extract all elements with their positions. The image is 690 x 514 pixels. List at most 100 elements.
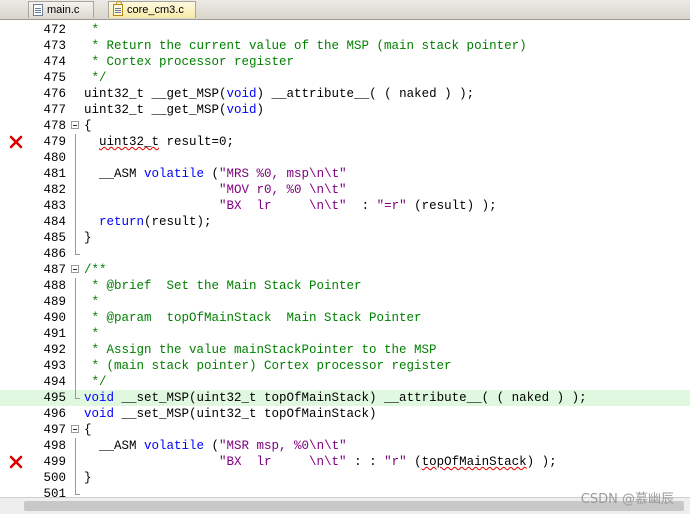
fold-guide — [75, 358, 76, 374]
line-number: 495 — [43, 391, 66, 405]
code-line[interactable]: 478 { — [0, 118, 690, 134]
code-text: "MOV r0, %0 \n\t" — [219, 183, 347, 197]
code-text: */ — [84, 375, 107, 389]
line-number: 486 — [43, 247, 66, 261]
watermark: CSDN @慕幽辰 — [580, 492, 674, 507]
error-icon[interactable] — [9, 455, 23, 469]
line-number: 488 — [43, 279, 66, 293]
line-number: 487 — [43, 263, 66, 277]
code-line[interactable]: 476 uint32_t __get_MSP(void) __attribute_… — [0, 86, 690, 102]
line-number: 497 — [43, 423, 66, 437]
code-line[interactable]: 494 */ — [0, 374, 690, 390]
code-text: * @param topOfMainStack Main Stack Point… — [84, 311, 422, 325]
line-number: 492 — [43, 343, 66, 357]
code-text: /** — [84, 263, 107, 277]
code-line[interactable]: 489 * — [0, 294, 690, 310]
fold-guide — [75, 390, 76, 398]
code-text: } — [84, 471, 92, 485]
fold-toggle-icon[interactable] — [71, 265, 79, 273]
fold-guide — [75, 470, 76, 486]
code-line[interactable]: 473 * Return the current value of the MS… — [0, 38, 690, 54]
code-text: * Return the current value of the MSP (m… — [84, 39, 527, 53]
tab-core-cm3-c[interactable]: core_cm3.c — [108, 1, 196, 18]
line-number: 472 — [43, 23, 66, 37]
line-number: 483 — [43, 199, 66, 213]
code-line[interactable]: 480 — [0, 150, 690, 166]
line-number: 501 — [43, 487, 66, 497]
code-line[interactable]: 479 uint32_t result=0; — [0, 134, 690, 150]
tab-main-c[interactable]: main.c — [28, 1, 94, 18]
code-line[interactable]: 495 void __set_MSP(uint32_t topOfMainStac… — [0, 390, 690, 406]
line-number: 484 — [43, 215, 66, 229]
code-line[interactable]: 496 void __set_MSP(uint32_t topOfMainStac… — [0, 406, 690, 422]
code-text: uint32_t __get_MSP(void) __attribute__( … — [84, 87, 475, 101]
line-number: 490 — [43, 311, 66, 325]
code-line[interactable]: 482 "MOV r0, %0 \n\t" — [0, 182, 690, 198]
fold-guide — [75, 374, 76, 390]
line-number: 481 — [43, 167, 66, 181]
code-line[interactable]: 490 * @param topOfMainStack Main Stack P… — [0, 310, 690, 326]
fold-guide — [75, 486, 76, 494]
code-text: __ASM volatile ("MRS %0, msp\n\t" — [84, 167, 347, 181]
fold-end-mark — [75, 398, 80, 399]
line-number: 500 — [43, 471, 66, 485]
fold-guide — [75, 134, 76, 150]
error-icon[interactable] — [9, 135, 23, 149]
code-line[interactable]: 477 uint32_t __get_MSP(void) — [0, 102, 690, 118]
tab-label: core_cm3.c — [127, 4, 184, 16]
line-number: 478 — [43, 119, 66, 133]
code-editor[interactable]: 472 * 473 * Return the current value of t… — [0, 20, 690, 497]
line-number: 474 — [43, 55, 66, 69]
code-text: void __set_MSP(uint32_t topOfMainStack) … — [84, 391, 587, 405]
code-text: * Assign the value mainStackPointer to t… — [84, 343, 437, 357]
fold-toggle-icon[interactable] — [71, 425, 79, 433]
fold-guide — [75, 182, 76, 198]
editor-tab-bar: main.c core_cm3.c — [0, 0, 690, 20]
line-number: 482 — [43, 183, 66, 197]
code-line[interactable]: 474 * Cortex processor register — [0, 54, 690, 70]
code-text: void __set_MSP(uint32_t topOfMainStack) — [84, 407, 377, 421]
code-text: * (main stack pointer) Cortex processor … — [84, 359, 452, 373]
fold-guide — [75, 198, 76, 214]
code-text: } — [84, 231, 92, 245]
fold-guide — [75, 150, 76, 166]
code-line[interactable]: 497 { — [0, 422, 690, 438]
code-line[interactable]: 492 * Assign the value mainStackPointer … — [0, 342, 690, 358]
fold-toggle-icon[interactable] — [71, 121, 79, 129]
code-text: * @brief Set the Main Stack Pointer — [84, 279, 362, 293]
line-number: 494 — [43, 375, 66, 389]
file-icon — [33, 4, 43, 16]
code-line[interactable]: 485} — [0, 230, 690, 246]
fold-end-mark — [75, 254, 80, 255]
line-number: 496 — [43, 407, 66, 421]
read-only-file-icon — [113, 1, 123, 16]
code-line[interactable]: 475 */ — [0, 70, 690, 86]
fold-guide — [75, 214, 76, 230]
code-line[interactable]: 499 "BX lr \n\t" : : "r" (topOfMainStack… — [0, 454, 690, 470]
line-number: 491 — [43, 327, 66, 341]
code-line[interactable]: 500} — [0, 470, 690, 486]
code-text: * Cortex processor register — [84, 55, 295, 69]
line-number: 498 — [43, 439, 66, 453]
fold-end-mark — [75, 494, 80, 495]
code-line[interactable]: 483 "BX lr \n\t" : "=r" (result) ); — [0, 198, 690, 214]
code-line[interactable]: 491 * — [0, 326, 690, 342]
line-number: 475 — [43, 71, 66, 85]
code-line[interactable]: 493 * (main stack pointer) Cortex proces… — [0, 358, 690, 374]
line-number: 476 — [43, 87, 66, 101]
line-number: 493 — [43, 359, 66, 373]
fold-guide — [75, 454, 76, 470]
code-line[interactable]: 487 /** — [0, 262, 690, 278]
code-line[interactable]: 484 return(result); — [0, 214, 690, 230]
fold-guide — [75, 438, 76, 454]
code-line[interactable]: 481 __ASM volatile ("MRS %0, msp\n\t" — [0, 166, 690, 182]
code-text: "BX lr \n\t" : "=r" (result) ); — [219, 199, 497, 213]
fold-guide — [75, 326, 76, 342]
code-line[interactable]: 472 * — [0, 22, 690, 38]
code-line[interactable]: 498 __ASM volatile ("MSR msp, %0\n\t" — [0, 438, 690, 454]
fold-guide — [75, 246, 76, 254]
code-line[interactable]: 486 — [0, 246, 690, 262]
code-line[interactable]: 488 * @brief Set the Main Stack Pointer — [0, 278, 690, 294]
fold-guide — [75, 278, 76, 294]
code-text: { — [84, 119, 92, 133]
